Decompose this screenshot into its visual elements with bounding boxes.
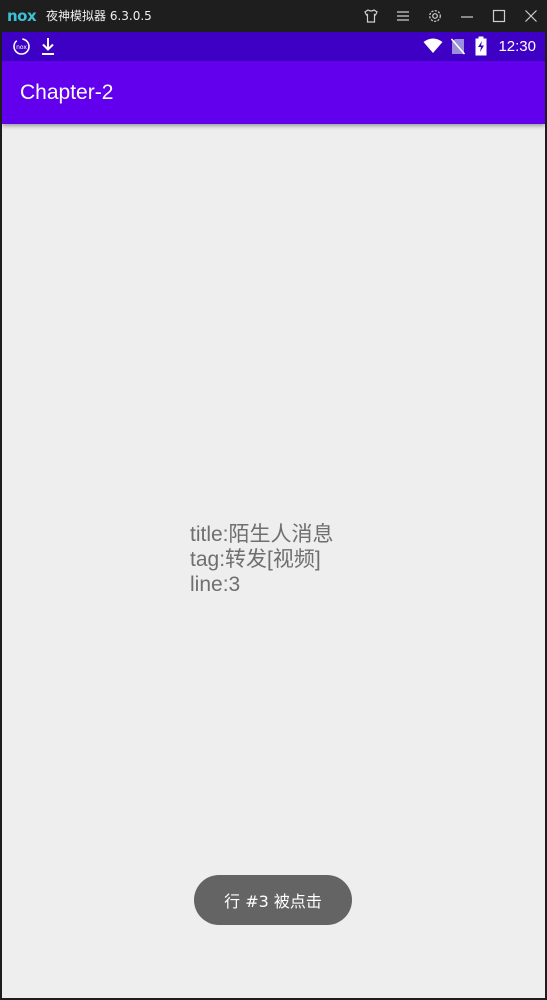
app-bar: Chapter-2 bbox=[2, 61, 545, 124]
battery-charging-icon bbox=[475, 36, 487, 60]
maximize-icon[interactable] bbox=[489, 6, 509, 26]
emulator-titlebar: nox 夜神模拟器 6.3.0.5 bbox=[0, 0, 547, 32]
detail-line: line:3 bbox=[190, 573, 241, 596]
status-time: 12:30 bbox=[498, 38, 536, 55]
detail-text: title:陌生人消息 tag:转发[视频] line:3 bbox=[190, 522, 334, 597]
toast-message: 行 #3 被点击 bbox=[194, 875, 352, 925]
app-title: Chapter-2 bbox=[20, 81, 114, 104]
detail-tag: tag:转发[视频] bbox=[190, 548, 321, 571]
detail-title: title:陌生人消息 bbox=[190, 523, 334, 546]
nox-logo: nox bbox=[7, 7, 37, 25]
emulator-title: 夜神模拟器 6.3.0.5 bbox=[46, 9, 152, 23]
wifi-icon bbox=[423, 38, 443, 58]
menu-icon[interactable] bbox=[393, 6, 413, 26]
nox-circle-icon: nox bbox=[12, 37, 31, 60]
download-icon bbox=[40, 37, 56, 60]
status-bar: nox 12:30 bbox=[2, 32, 545, 61]
no-sim-icon bbox=[450, 38, 466, 59]
gear-icon[interactable] bbox=[425, 6, 445, 26]
svg-text:nox: nox bbox=[16, 44, 27, 51]
close-icon[interactable] bbox=[521, 6, 541, 26]
minimize-icon[interactable] bbox=[457, 6, 477, 26]
android-screen: nox 12:30 Chapter-2 title:陌生人消息 tag:转发[视… bbox=[2, 32, 545, 998]
shirt-icon[interactable] bbox=[361, 6, 381, 26]
